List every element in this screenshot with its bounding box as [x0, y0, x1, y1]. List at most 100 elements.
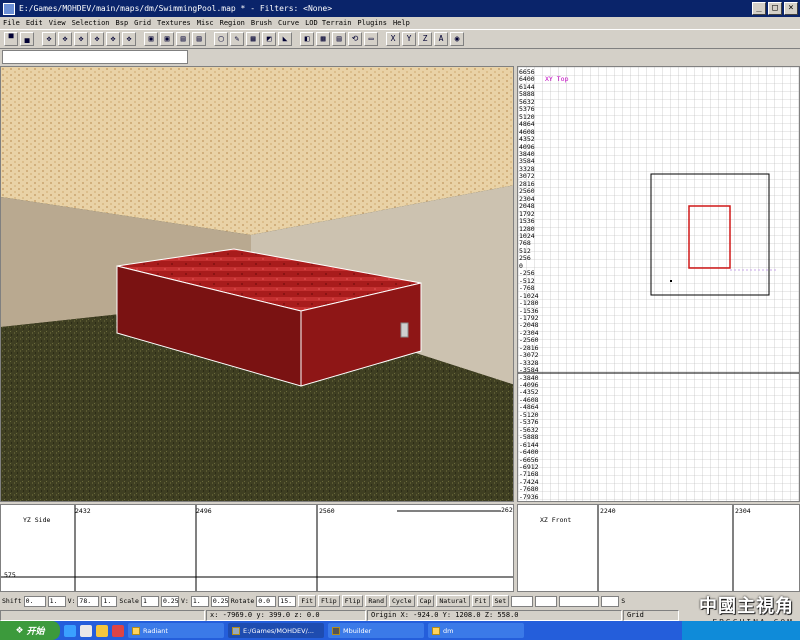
browser-icon[interactable]	[64, 624, 76, 637]
shift-x-input[interactable]: 0.	[23, 595, 46, 607]
minimize-button[interactable]: _	[752, 2, 766, 15]
hollow-icon[interactable]: ▢	[214, 32, 228, 46]
menu-edit[interactable]: Edit	[26, 19, 43, 27]
camera-scene	[1, 67, 513, 501]
rotate-step-input[interactable]: 15.	[278, 595, 297, 607]
csg-subtract-icon[interactable]: ▤	[176, 32, 190, 46]
command-input[interactable]	[2, 50, 188, 64]
rand-button[interactable]: Rand	[365, 595, 388, 607]
save-icon[interactable]: ▄	[20, 32, 34, 46]
rotate-input[interactable]: 0.0	[256, 595, 277, 607]
entity-marker[interactable]	[400, 322, 409, 338]
app-icon	[3, 2, 15, 15]
a-icon[interactable]: A	[434, 32, 448, 46]
menu-file[interactable]: File	[3, 19, 20, 27]
natural-button[interactable]: Natural	[436, 595, 470, 607]
value-input-2[interactable]	[535, 595, 558, 607]
flip-y-button[interactable]: Flip	[341, 595, 364, 607]
flip-x-icon[interactable]: ✥	[42, 32, 56, 46]
clipper-icon[interactable]: ✎	[230, 32, 244, 46]
lock-icon[interactable]: ▭	[364, 32, 378, 46]
status-bar: x: -7969.0 y: 399.0 z: 0.0 Origin X: -92…	[0, 609, 800, 621]
yz-tick-1: 2432	[75, 507, 91, 515]
fit2-button[interactable]: Fit	[471, 595, 490, 607]
xy-top-view[interactable]: 6656 6400 6144 5888 5632 5376 5120 4864 4608 4352…	[517, 66, 800, 502]
start-button[interactable]: ❖ 开始	[0, 621, 60, 640]
desktop-icon[interactable]	[80, 624, 92, 637]
task-dm[interactable]: dm	[428, 623, 524, 638]
scale-y-step-input[interactable]: 0.25	[210, 595, 229, 607]
yz-grid	[1, 505, 513, 591]
flip-x-button[interactable]: Flip	[318, 595, 340, 607]
menu-grid[interactable]: Grid	[134, 19, 151, 27]
cubic-clip-icon[interactable]: ◣	[278, 32, 292, 46]
yz-tick-4: 2624	[501, 506, 513, 514]
scale-x-step-input[interactable]: 0.25	[160, 595, 179, 607]
menu-lod-terrain[interactable]: LOD Terrain	[305, 19, 351, 27]
yz-side-view[interactable]: YZ Side 2432 2496 2560 2624 575	[0, 504, 514, 592]
menu-plugins[interactable]: Plugins	[357, 19, 387, 27]
texture-lock-icon[interactable]: ◩	[262, 32, 276, 46]
flip-y-icon[interactable]: ✥	[74, 32, 88, 46]
eye-icon[interactable]: ◉	[450, 32, 464, 46]
y-axis-icon[interactable]: Y	[402, 32, 416, 46]
task-radiant-window[interactable]: E:/Games/MOHDEV/...	[228, 623, 324, 638]
open-icon[interactable]: ▀	[4, 32, 18, 46]
scale-x-input[interactable]: 1	[140, 595, 159, 607]
bend-icon[interactable]: ⟲	[348, 32, 362, 46]
scale-v-label: V:	[180, 597, 189, 605]
taskbar: ❖ 开始 Radiant E:/Games/MOHDEV/... Mbuilde…	[0, 621, 800, 640]
select-inside-icon[interactable]: ▣	[160, 32, 174, 46]
cap-button[interactable]: Cap	[416, 595, 435, 607]
menu-help[interactable]: Help	[393, 19, 410, 27]
change-view-icon[interactable]: ▦	[246, 32, 260, 46]
maximize-button[interactable]: □	[768, 2, 782, 15]
yz-tick-2: 2496	[196, 507, 212, 515]
value-dropdown-2[interactable]	[601, 595, 620, 607]
rotate-z-icon[interactable]: ✥	[122, 32, 136, 46]
task-label: Mbuilder	[343, 626, 372, 635]
shift-y-step-input[interactable]: 1.	[101, 595, 118, 607]
set-button[interactable]: Set	[491, 595, 510, 607]
menu-brush[interactable]: Brush	[251, 19, 272, 27]
task-mbuilder[interactable]: Mbuilder	[328, 623, 424, 638]
menu-curve[interactable]: Curve	[278, 19, 299, 27]
task-label: dm	[443, 626, 454, 635]
rotate-x-icon[interactable]: ✥	[58, 32, 72, 46]
value-dropdown[interactable]	[559, 595, 600, 607]
menu-region[interactable]: Region	[220, 19, 245, 27]
menu-view[interactable]: View	[49, 19, 66, 27]
cycle-button[interactable]: Cycle	[389, 595, 415, 607]
x-axis-icon[interactable]: X	[386, 32, 400, 46]
value-input-1[interactable]	[511, 595, 534, 607]
close-button[interactable]: ×	[784, 2, 798, 15]
entity-dot	[670, 280, 672, 282]
csg-merge-icon[interactable]: ▤	[192, 32, 206, 46]
menu-bsp[interactable]: Bsp	[116, 19, 129, 27]
shift-step-input[interactable]: 1.	[47, 595, 66, 607]
shift-y-input[interactable]: 78.	[77, 595, 100, 607]
scale-y-input[interactable]: 1.	[190, 595, 209, 607]
entity-icon[interactable]: ▩	[316, 32, 330, 46]
origin-coords: Origin X: -924.0 Y: 1208.0 Z: 558.0	[367, 609, 622, 621]
system-tray	[682, 621, 800, 640]
z-axis-icon[interactable]: Z	[418, 32, 432, 46]
flip-z-icon[interactable]: ✥	[106, 32, 120, 46]
task-radiant[interactable]: Radiant	[128, 623, 224, 638]
menu-bar: File Edit View Selection Bsp Grid Textur…	[0, 17, 800, 29]
menu-misc[interactable]: Misc	[197, 19, 214, 27]
rotate-y-icon[interactable]: ✥	[90, 32, 104, 46]
patch-icon[interactable]: ▤	[332, 32, 346, 46]
camera-view[interactable]	[0, 66, 514, 502]
menu-textures[interactable]: Textures	[157, 19, 191, 27]
menu-selection[interactable]: Selection	[72, 19, 110, 27]
folder-icon	[432, 626, 440, 635]
xz-front-view[interactable]: XZ Front 2240 2304	[517, 504, 800, 592]
fit-button[interactable]: Fit	[298, 595, 317, 607]
xz-tick-1: 2240	[600, 507, 616, 515]
select-complete-icon[interactable]: ▣	[144, 32, 158, 46]
explorer-icon[interactable]	[96, 624, 108, 637]
app-quicklaunch-icon[interactable]	[112, 624, 124, 637]
camera-icon[interactable]: ◧	[300, 32, 314, 46]
xy-view-label: XY Top	[545, 75, 569, 83]
